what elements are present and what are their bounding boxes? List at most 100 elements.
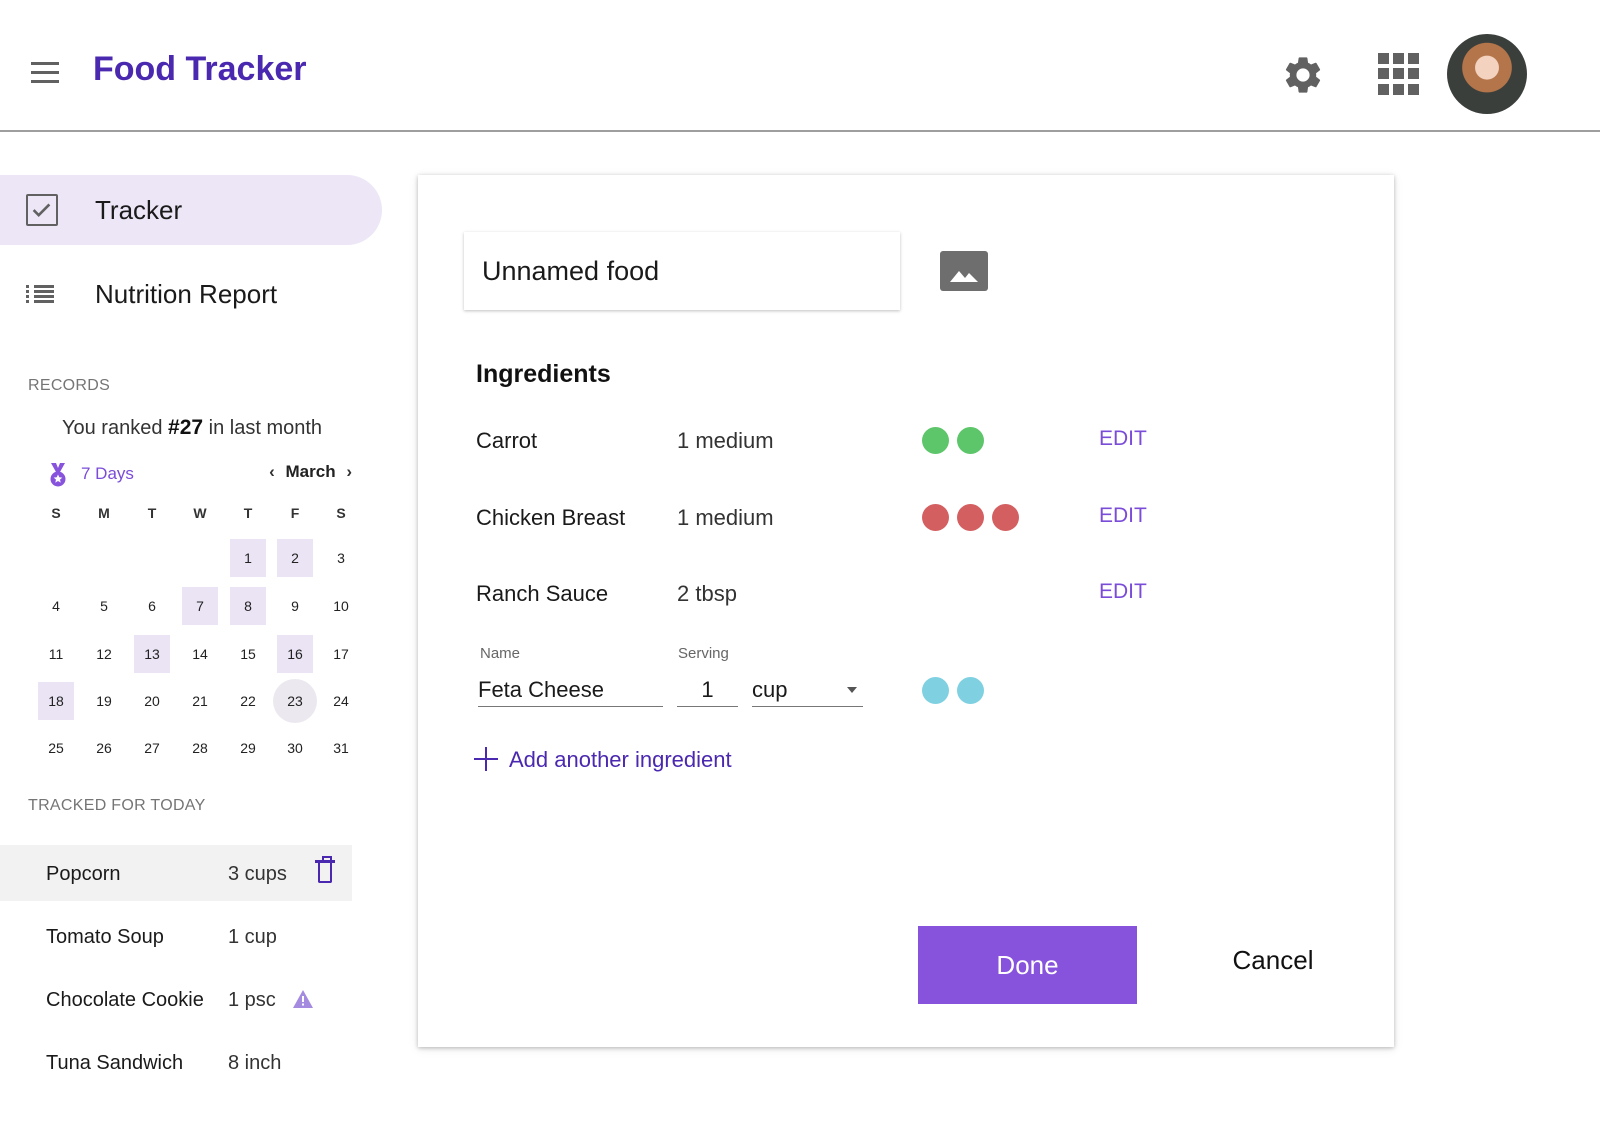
- calendar-day[interactable]: 20: [134, 682, 170, 720]
- calendar-day[interactable]: 15: [230, 635, 266, 673]
- hamburger-menu-icon[interactable]: [31, 62, 59, 84]
- edit-button[interactable]: EDIT: [1099, 427, 1147, 451]
- calendar-day[interactable]: 14: [182, 635, 218, 673]
- plus-icon: [474, 747, 498, 771]
- serving-unit-select[interactable]: cup: [752, 677, 863, 707]
- chevron-left-icon[interactable]: ‹: [263, 462, 281, 482]
- name-field-label: Name: [480, 645, 521, 662]
- calendar-weekday: M: [98, 505, 110, 521]
- tracked-item-qty: 1 cup: [228, 926, 277, 948]
- nutrient-dot: [992, 504, 1019, 531]
- nutrient-dots: [922, 504, 1027, 532]
- rank-value: #27: [168, 416, 204, 439]
- tracked-item-tuna-sandwich[interactable]: Tuna Sandwich 8 inch: [0, 1034, 352, 1090]
- nutrient-dot: [922, 427, 949, 454]
- apps-grid-icon[interactable]: [1378, 53, 1420, 95]
- serving-field-label: Serving: [678, 645, 729, 662]
- app-title: Food Tracker: [93, 50, 307, 88]
- checkbox-icon: [26, 194, 58, 226]
- calendar-day[interactable]: 10: [323, 587, 359, 625]
- gear-icon[interactable]: [1281, 53, 1325, 97]
- calendar-day[interactable]: 22: [230, 682, 266, 720]
- ingredient-name: Ranch Sauce: [476, 581, 609, 606]
- nutrient-dot: [922, 504, 949, 531]
- calendar-day[interactable]: 31: [323, 729, 359, 767]
- records-label: RECORDS: [28, 377, 111, 394]
- tracked-item-qty: 3 cups: [228, 863, 287, 885]
- calendar-day[interactable]: 6: [134, 587, 170, 625]
- chevron-right-icon[interactable]: ›: [340, 462, 358, 482]
- calendar-day[interactable]: 8: [230, 587, 266, 625]
- calendar-day[interactable]: 21: [182, 682, 218, 720]
- medal-icon: [50, 463, 66, 487]
- nav-label-nutrition-report: Nutrition Report: [95, 278, 278, 309]
- calendar-day[interactable]: 12: [86, 635, 122, 673]
- nutrient-dot: [922, 677, 949, 704]
- calendar-day[interactable]: 16: [277, 635, 313, 673]
- ingredient-row-chicken-breast: Chicken Breast 1 medium EDIT: [476, 499, 1176, 539]
- calendar-weekday: S: [51, 505, 61, 521]
- nav-item-tracker[interactable]: Tracker: [0, 175, 382, 245]
- calendar-day[interactable]: 18: [38, 682, 74, 720]
- nutrient-dots: [922, 677, 992, 705]
- nutrient-dot: [957, 427, 984, 454]
- calendar-day[interactable]: 5: [86, 587, 122, 625]
- nav-label-tracker: Tracker: [95, 194, 183, 225]
- calendar-day[interactable]: 2: [277, 539, 313, 577]
- tracked-item-name: Chocolate Cookie: [46, 989, 204, 1011]
- tracked-item-qty: 8 inch: [228, 1052, 282, 1074]
- calendar-day[interactable]: 29: [230, 729, 266, 767]
- cancel-button[interactable]: Cancel: [1198, 945, 1348, 976]
- serving-qty-field[interactable]: 1: [677, 677, 738, 707]
- food-editor-card: Unnamed food Ingredients Carrot 1 medium…: [418, 175, 1394, 1047]
- tracked-item-chocolate-cookie[interactable]: Chocolate Cookie 1 psc: [0, 971, 352, 1027]
- warning-icon: [293, 990, 313, 1008]
- calendar-month: March: [285, 462, 336, 481]
- calendar-weekday: F: [290, 505, 300, 521]
- ingredient-serving: 2 tbsp: [677, 581, 737, 606]
- tracked-item-name: Tuna Sandwich: [46, 1052, 184, 1074]
- calendar-day[interactable]: 23: [273, 679, 317, 723]
- edit-button[interactable]: EDIT: [1099, 580, 1147, 604]
- edit-button[interactable]: EDIT: [1099, 504, 1147, 528]
- tracked-item-name: Popcorn: [46, 863, 121, 885]
- calendar-day[interactable]: 24: [323, 682, 359, 720]
- calendar-day[interactable]: 4: [38, 587, 74, 625]
- ingredient-name-field[interactable]: Feta Cheese: [478, 677, 663, 707]
- ingredient-row-ranch-sauce: Ranch Sauce 2 tbsp EDIT: [476, 575, 1176, 615]
- tracked-today-label: TRACKED FOR TODAY: [28, 797, 206, 814]
- calendar-day[interactable]: 9: [277, 587, 313, 625]
- calendar-day[interactable]: 7: [182, 587, 218, 625]
- calendar-day[interactable]: 11: [38, 635, 74, 673]
- user-avatar[interactable]: [1447, 34, 1527, 114]
- tracked-item-name: Tomato Soup: [46, 926, 164, 948]
- tracked-item-qty: 1 psc: [228, 989, 276, 1011]
- ingredients-title: Ingredients: [476, 360, 611, 388]
- calendar-day[interactable]: 3: [323, 539, 359, 577]
- image-icon[interactable]: [940, 251, 988, 291]
- calendar-day[interactable]: 17: [323, 635, 359, 673]
- done-button[interactable]: Done: [918, 926, 1137, 1004]
- calendar-day[interactable]: 26: [86, 729, 122, 767]
- rank-suffix: in last month: [208, 417, 323, 439]
- serving-unit-value: cup: [752, 677, 788, 702]
- calendar-day[interactable]: 13: [134, 635, 170, 673]
- rank-text: You ranked #27 in last month: [62, 416, 322, 440]
- food-name-input[interactable]: Unnamed food: [464, 232, 900, 310]
- calendar-day[interactable]: 25: [38, 729, 74, 767]
- calendar-day[interactable]: 30: [277, 729, 313, 767]
- ingredient-name: Chicken Breast: [476, 505, 626, 530]
- ingredient-serving: 1 medium: [677, 505, 774, 530]
- tracked-item-tomato-soup[interactable]: Tomato Soup 1 cup: [0, 908, 352, 964]
- streak-days-link[interactable]: 7 Days: [81, 464, 134, 484]
- calendar-day[interactable]: 19: [86, 682, 122, 720]
- trash-icon[interactable]: [315, 856, 335, 883]
- calendar-day[interactable]: 28: [182, 729, 218, 767]
- tracked-item-popcorn[interactable]: Popcorn 3 cups: [0, 845, 352, 901]
- rank-prefix: You ranked: [62, 417, 163, 439]
- new-ingredient-form: Name Serving Feta Cheese 1 cup: [478, 645, 1178, 715]
- nav-item-nutrition-report[interactable]: Nutrition Report: [0, 259, 382, 329]
- calendar-day[interactable]: 27: [134, 729, 170, 767]
- ingredient-row-carrot: Carrot 1 medium EDIT: [476, 422, 1176, 462]
- calendar-day[interactable]: 1: [230, 539, 266, 577]
